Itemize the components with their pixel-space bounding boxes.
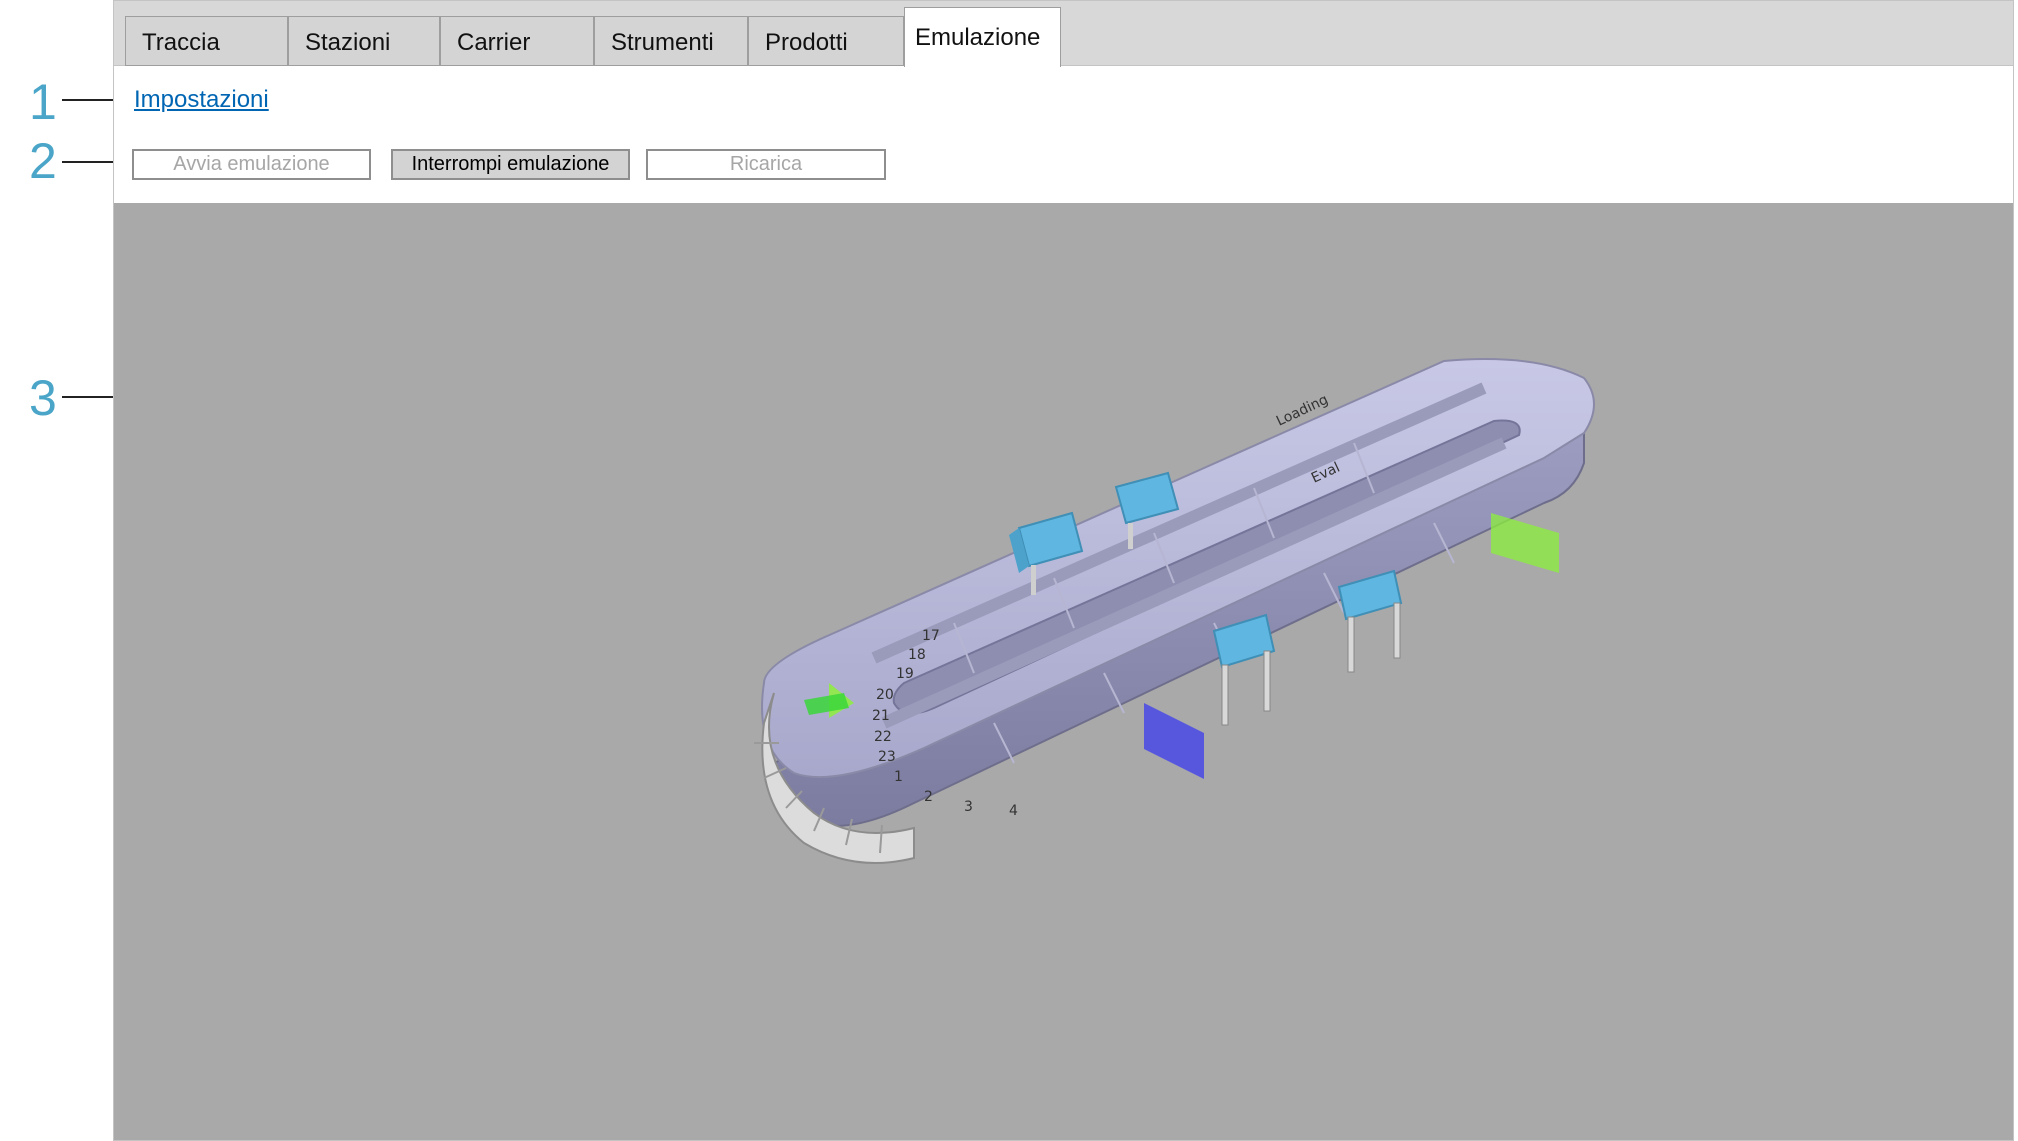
svg-text:4: 4: [1009, 803, 1018, 819]
stop-emulation-button[interactable]: Interrompi emulazione: [391, 149, 630, 180]
svg-text:17: 17: [922, 628, 940, 644]
svg-text:19: 19: [896, 666, 914, 682]
station-block-4: [1337, 569, 1403, 673]
3d-emulation-viewport[interactable]: 17 18 19 20 21 22 23 1 2 3 4 Loading Eva…: [114, 203, 2013, 1140]
svg-text:21: 21: [872, 708, 890, 724]
start-emulation-button[interactable]: Avvia emulazione: [132, 149, 371, 180]
callout-1-number: 1: [29, 74, 57, 130]
callout-2-number: 2: [29, 133, 57, 189]
svg-text:23: 23: [878, 749, 896, 765]
tab-strumenti[interactable]: Strumenti: [594, 16, 748, 66]
svg-text:3: 3: [964, 799, 973, 815]
green-marker-right: [1491, 513, 1559, 573]
blue-marker: [1144, 703, 1204, 779]
tab-prodotti[interactable]: Prodotti: [748, 16, 904, 66]
callout-3-number: 3: [29, 370, 57, 426]
tab-bar: Traccia Stazioni Carrier Strumenti Prodo…: [114, 1, 2013, 67]
tab-stazioni[interactable]: Stazioni: [288, 16, 440, 66]
emulation-panel: Traccia Stazioni Carrier Strumenti Prodo…: [113, 0, 2014, 1141]
station-block-3: [1212, 613, 1276, 726]
svg-text:18: 18: [908, 647, 926, 663]
tab-carrier[interactable]: Carrier: [440, 16, 594, 66]
svg-text:20: 20: [876, 687, 894, 703]
svg-text:22: 22: [874, 729, 892, 745]
track-3d-scene: 17 18 19 20 21 22 23 1 2 3 4 Loading Eva…: [754, 358, 1595, 864]
settings-link[interactable]: Impostazioni: [134, 86, 269, 114]
tab-traccia[interactable]: Traccia: [125, 16, 288, 66]
svg-text:2: 2: [924, 789, 933, 805]
reload-button[interactable]: Ricarica: [646, 149, 886, 180]
tab-emulazione[interactable]: Emulazione: [904, 7, 1061, 67]
svg-text:1: 1: [894, 769, 903, 785]
